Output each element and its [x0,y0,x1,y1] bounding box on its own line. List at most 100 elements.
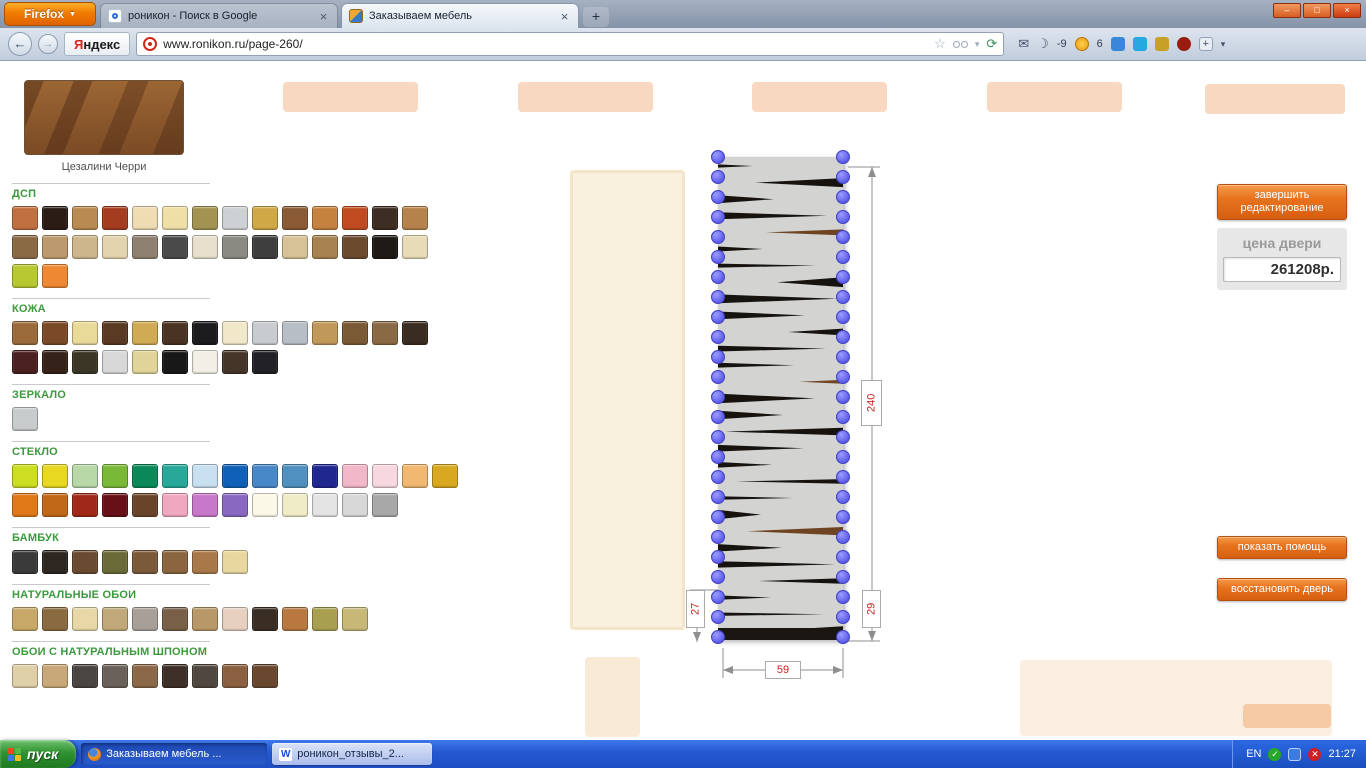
material-swatch[interactable] [222,550,248,574]
door-handle-dot[interactable] [836,150,850,164]
material-swatch[interactable] [72,607,98,631]
material-swatch[interactable] [42,264,68,288]
material-swatch[interactable] [402,464,428,488]
door-handle-dot[interactable] [836,430,850,444]
material-swatch[interactable] [222,235,248,259]
material-swatch[interactable] [72,493,98,517]
material-swatch[interactable] [252,235,278,259]
door-handle-dot[interactable] [836,510,850,524]
material-swatch[interactable] [102,464,128,488]
material-swatch[interactable] [402,206,428,230]
url-bar[interactable]: www.ronikon.ru/page-260/ ☆ ▾ ⟳ [136,32,1005,56]
door-handle-dot[interactable] [836,570,850,584]
material-swatch[interactable] [132,493,158,517]
status-icon[interactable]: ✕ [1308,747,1322,761]
extension-icon-gold[interactable] [1154,37,1169,51]
material-swatch[interactable] [12,550,38,574]
material-swatch[interactable] [102,493,128,517]
door-handle-dot[interactable] [711,510,725,524]
door-handle-dot[interactable] [711,410,725,424]
glasses-icon[interactable] [952,40,968,48]
start-button[interactable]: пуск [0,740,77,768]
material-swatch[interactable] [372,321,398,345]
material-swatch[interactable] [42,550,68,574]
material-swatch[interactable] [312,607,338,631]
material-swatch[interactable] [192,350,218,374]
door-handle-dot[interactable] [711,250,725,264]
material-swatch[interactable] [372,493,398,517]
door-handle-dot[interactable] [711,390,725,404]
material-swatch[interactable] [162,664,188,688]
door-handle-dot[interactable] [711,270,725,284]
bookmark-star-icon[interactable]: ☆ [934,36,946,52]
door-handle-dot[interactable] [711,370,725,384]
material-swatch[interactable] [12,350,38,374]
material-swatch[interactable] [192,664,218,688]
material-swatch[interactable] [72,206,98,230]
material-swatch[interactable] [162,464,188,488]
door-handle-dot[interactable] [711,590,725,604]
material-swatch[interactable] [222,350,248,374]
material-swatch[interactable] [222,493,248,517]
door-preview[interactable] [718,157,843,640]
material-swatch[interactable] [252,321,278,345]
material-swatch[interactable] [12,464,38,488]
material-swatch[interactable] [102,321,128,345]
door-handle-dot[interactable] [711,550,725,564]
material-swatch[interactable] [42,235,68,259]
close-tab-icon[interactable]: × [317,9,330,24]
material-swatch[interactable] [102,664,128,688]
material-swatch[interactable] [42,664,68,688]
door-handle-dot[interactable] [711,170,725,184]
door-handle-dot[interactable] [836,610,850,624]
material-swatch[interactable] [102,350,128,374]
door-handle-dot[interactable] [711,490,725,504]
material-swatch[interactable] [72,321,98,345]
material-swatch[interactable] [372,235,398,259]
material-swatch[interactable] [162,321,188,345]
door-handle-dot[interactable] [711,350,725,364]
door-handle-dot[interactable] [836,330,850,344]
material-swatch[interactable] [192,607,218,631]
tab-furniture-order[interactable]: Заказываем мебель × [341,3,579,28]
material-swatch[interactable] [42,321,68,345]
door-handle-dot[interactable] [711,330,725,344]
forward-button[interactable]: → [38,34,58,54]
door-handle-dot[interactable] [836,270,850,284]
material-swatch[interactable] [12,407,38,431]
door-handle-dot[interactable] [836,190,850,204]
minimize-button[interactable]: – [1273,3,1301,18]
material-swatch[interactable] [132,607,158,631]
door-handle-dot[interactable] [836,370,850,384]
material-swatch[interactable] [342,206,368,230]
door-handle-dot[interactable] [836,170,850,184]
material-swatch[interactable] [312,493,338,517]
material-swatch[interactable] [222,664,248,688]
material-swatch[interactable] [42,206,68,230]
door-handle-dot[interactable] [836,590,850,604]
extension-icon-red[interactable] [1176,37,1191,51]
add-extension-icon[interactable]: + [1198,37,1213,51]
material-swatch[interactable] [102,550,128,574]
material-swatch[interactable] [12,493,38,517]
material-swatch[interactable] [282,206,308,230]
tab-google-search[interactable]: роникон - Поиск в Google × [100,3,338,28]
door-handle-dot[interactable] [711,290,725,304]
door-handle-dot[interactable] [711,310,725,324]
material-swatch[interactable] [132,321,158,345]
material-swatch[interactable] [192,550,218,574]
language-indicator[interactable]: EN [1246,748,1261,760]
show-help-button[interactable]: показать помощь [1217,536,1347,559]
door-handle-dot[interactable] [836,490,850,504]
material-swatch[interactable] [162,235,188,259]
extension-icon-blue[interactable] [1110,37,1125,51]
material-swatch[interactable] [192,235,218,259]
door-handle-dot[interactable] [711,210,725,224]
material-swatch[interactable] [312,321,338,345]
material-swatch[interactable] [312,464,338,488]
finish-editing-button[interactable]: завершить редактирование [1217,184,1347,220]
material-swatch[interactable] [432,464,458,488]
material-swatch[interactable] [42,464,68,488]
material-swatch[interactable] [42,350,68,374]
material-swatch[interactable] [342,235,368,259]
